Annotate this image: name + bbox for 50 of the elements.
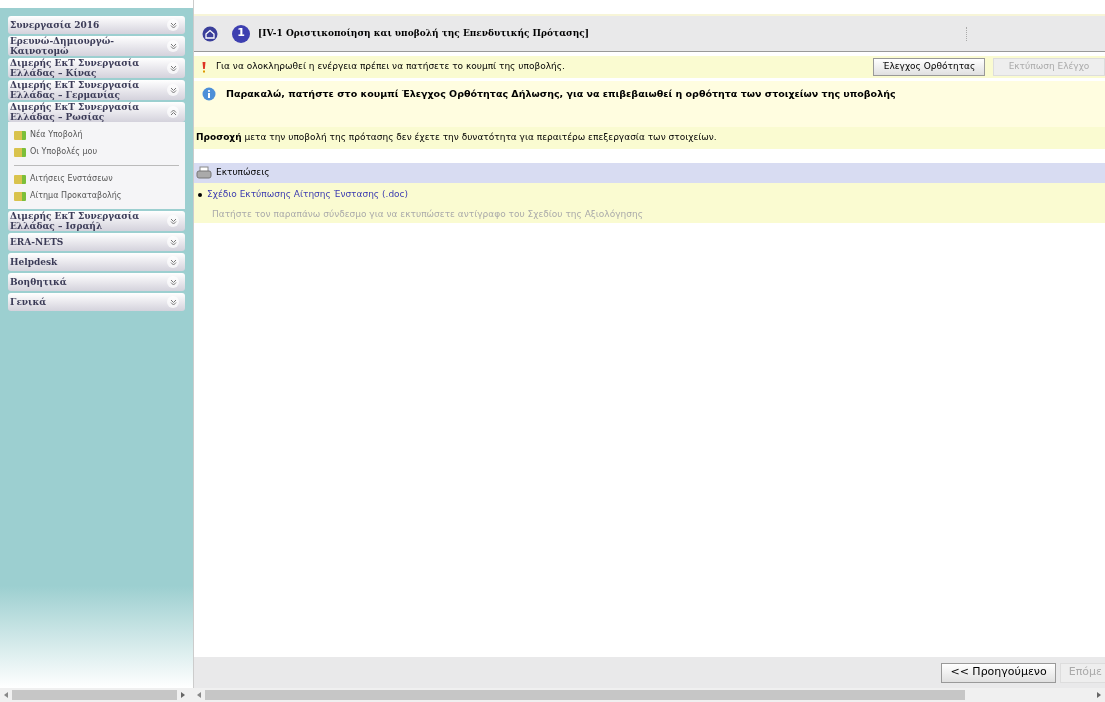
accordion-header[interactable]: Ερευνώ-Δημιουργώ-Καινοτομώ (8, 36, 185, 56)
section-title: Εκτυπώσεις (216, 166, 270, 180)
accordion-header[interactable]: Διμερής ΕκΤ Συνεργασία Ελλάδας – Ρωσίας (8, 102, 185, 122)
expand-icon[interactable] (167, 84, 179, 96)
page-title: [IV-1 Οριστικοποίηση και υποβολή της Επενδυτικής Πρότασης] (258, 26, 589, 40)
bullet-icon (198, 192, 202, 197)
expand-icon[interactable] (167, 236, 179, 248)
warning-message: Προσοχή μετα την υποβολή της πρότασης δεν έχετε την δυνατότητα για περαιτέρω επεξεργασία των στοιχείων. (196, 131, 717, 145)
expand-icon[interactable] (167, 296, 179, 308)
accordion-header[interactable]: Helpdesk (8, 253, 185, 271)
folder-icon (14, 174, 26, 184)
scroll-left-icon[interactable] (4, 692, 8, 698)
folder-icon (14, 147, 26, 157)
expand-icon[interactable] (167, 256, 179, 268)
hint-text: Πατήστε τον παραπάνω σύνδεσμο για να εκτυπώσετε αντίγραφο του Σχεδίου της Αξιολόγησης (212, 207, 644, 221)
scrollbar-thumb[interactable] (12, 690, 177, 700)
folder-icon (14, 191, 26, 201)
info-icon (202, 87, 216, 101)
step-number: 1 (232, 24, 250, 43)
accordion-header[interactable]: Βοηθητικά (8, 273, 185, 291)
expand-icon[interactable] (167, 276, 179, 288)
submenu-link[interactable]: Αίτημα Προκαταβολής (14, 189, 179, 203)
warning-icon (202, 61, 206, 73)
accordion-header[interactable]: ERA-NETS (8, 233, 185, 251)
notice-text: Για να ολοκληρωθεί η ενέργεια πρέπει να πατήσετε το κουμπί της υποβολής. (216, 60, 565, 74)
submenu-link[interactable]: Αιτήσεις Ενστάσεων (14, 172, 179, 186)
submenu-link[interactable]: Νέα Υποβολή (14, 128, 179, 142)
expand-icon[interactable] (167, 40, 179, 52)
accordion-header[interactable]: Συνεργασία 2016 (8, 16, 185, 34)
download-link[interactable]: Σχέδιο Εκτύπωσης Αίτησης Ένστασης (.doc) (207, 188, 409, 202)
printer-icon (196, 166, 212, 180)
submenu-link[interactable]: Οι Υποβολές μου (14, 145, 179, 159)
accordion-header[interactable]: Διμερής ΕκΤ Συνεργασία Ελλάδας – Κίνας (8, 58, 185, 78)
scroll-right-icon[interactable] (1097, 692, 1101, 698)
action-button[interactable]: << Προηγούμενο (941, 662, 1056, 683)
scroll-right-icon[interactable] (181, 692, 185, 698)
collapse-icon[interactable] (167, 106, 179, 118)
divider-dots (966, 26, 967, 41)
home-icon[interactable] (202, 25, 218, 42)
action-button[interactable]: Έλεγχος Ορθότητας (873, 58, 985, 76)
expand-icon[interactable] (167, 19, 179, 31)
expand-icon[interactable] (167, 62, 179, 74)
info-message: Παρακαλώ, πατήστε στο κουμπί Έλεγχος Ορθότητας Δήλωσης, για να επιβεβαιωθεί η ορθότητα των στοιχείων της υποβολής (226, 87, 896, 101)
accordion-header[interactable]: Διμερής ΕκΤ Συνεργασία Ελλάδας – Γερμανίας (8, 80, 185, 100)
accordion-header[interactable]: Διμερής ΕκΤ Συνεργασία Ελλάδας – Ισραήλ (8, 211, 185, 231)
scrollbar-thumb[interactable] (205, 690, 965, 700)
accordion-header[interactable]: Γενικά (8, 293, 185, 311)
scroll-left-icon[interactable] (197, 692, 201, 698)
folder-icon (14, 130, 26, 140)
expand-icon[interactable] (167, 215, 179, 227)
